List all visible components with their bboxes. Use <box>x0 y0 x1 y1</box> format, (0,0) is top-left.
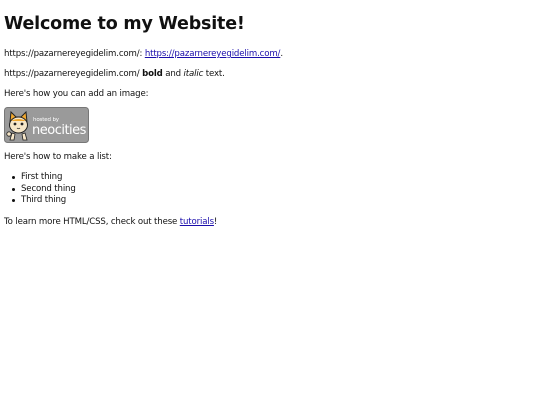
paragraph-tutorials-prefix: To learn more HTML/CSS, check out these <box>4 216 180 227</box>
page-content: Welcome to my Website! https://pazarnere… <box>4 0 534 229</box>
paragraph-formatting-prefix: https://pazarnereyegidelim.com/ <box>4 69 143 79</box>
paragraph-formatting-mid: and <box>162 69 184 79</box>
italic-text: italic <box>183 69 204 79</box>
paragraph-link: https://pazarnereyegidelim.com/: https:/… <box>4 48 534 61</box>
example-list: First thing Second thing Third thing <box>4 172 534 207</box>
neocities-badge-image: hosted by neocities <box>4 107 89 143</box>
tutorials-link[interactable]: tutorials <box>180 217 214 227</box>
paragraph-list-intro: Here's how to make a list: <box>4 152 112 162</box>
neocities-badge-graphic: hosted by neocities <box>4 107 89 143</box>
paragraph-link-prefix: https://pazarnereyegidelim.com/: <box>4 49 145 59</box>
paragraph-image-intro: Here's how you can add an image: <box>4 89 149 99</box>
site-link[interactable]: https://pazarnereyegidelim.com/ <box>145 49 281 59</box>
page-title: Welcome to my Website! <box>4 14 245 34</box>
paragraph-link-suffix: . <box>280 49 283 59</box>
list-item: Third thing <box>12 195 534 207</box>
paragraph-formatting: https://pazarnereyegidelim.com/ bold and… <box>4 68 534 81</box>
badge-big-text: neocities <box>32 123 87 138</box>
paragraph-tutorials-suffix: ! <box>213 216 218 227</box>
list-item: Second thing <box>12 184 534 196</box>
list-item: First thing <box>12 172 534 184</box>
paragraph-tutorials: To learn more HTML/CSS, check out these … <box>4 216 534 229</box>
paragraph-formatting-suffix: text. <box>203 69 225 79</box>
bold-text: bold <box>142 69 163 79</box>
